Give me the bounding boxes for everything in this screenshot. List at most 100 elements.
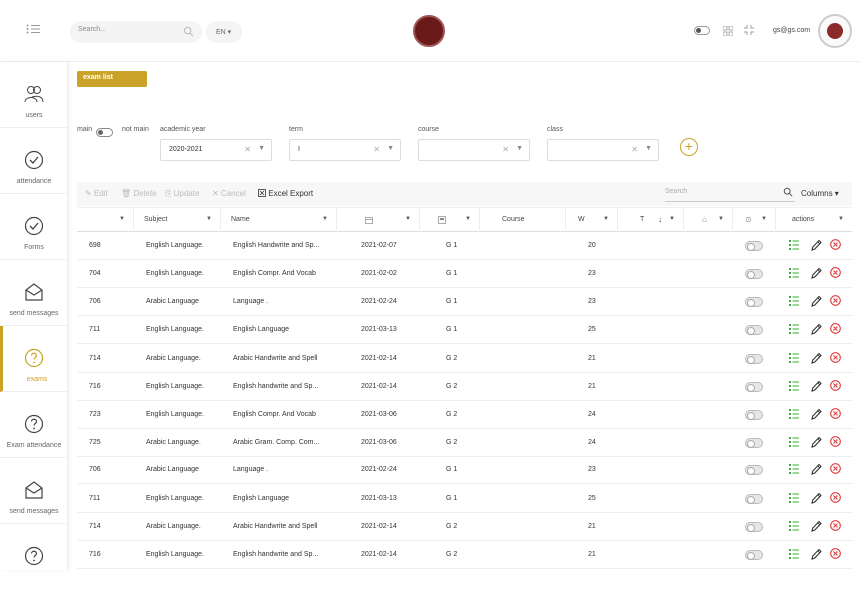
columns-button[interactable]: Columns ▾ <box>801 189 839 198</box>
chevron-down-icon[interactable]: ▼ <box>761 216 767 222</box>
table-row[interactable]: 706 Arabic Language Language . 2021-02-24 G … <box>77 456 852 484</box>
table-row[interactable]: 723 English Language. English Compr. And V… <box>77 401 852 429</box>
sidebar-item-more[interactable] <box>0 524 68 590</box>
pencil-icon[interactable] <box>811 380 822 392</box>
cancel-button[interactable]: ✕ Cancel <box>212 189 246 198</box>
status-toggle[interactable] <box>745 550 763 560</box>
class-select[interactable]: ✕ ▼ <box>547 139 659 161</box>
add-exam-button[interactable]: + <box>680 138 698 156</box>
table-row[interactable]: 711 English Language. English Language 2021… <box>77 485 852 513</box>
status-toggle[interactable] <box>745 325 763 335</box>
column-header-grade[interactable]: ▼ <box>420 208 480 232</box>
chevron-down-icon[interactable]: ▼ <box>516 145 523 152</box>
clear-icon[interactable]: ✕ <box>373 145 380 154</box>
list-icon[interactable] <box>789 520 799 532</box>
chevron-down-icon[interactable]: ▼ <box>465 216 471 222</box>
delete-circle-icon[interactable] <box>830 380 841 391</box>
table-row[interactable]: 714 Arabic Language. Arabic Handwrite and … <box>77 345 852 373</box>
column-header-date[interactable]: ▼ <box>337 208 420 232</box>
chevron-down-icon[interactable]: ▼ <box>387 145 394 152</box>
table-row[interactable]: 704 English Language. English Compr. And V… <box>77 260 852 288</box>
list-icon[interactable] <box>789 548 799 560</box>
delete-circle-icon[interactable] <box>830 323 841 334</box>
chevron-down-icon[interactable]: ▼ <box>258 145 265 152</box>
user-avatar[interactable] <box>818 14 852 48</box>
table-row[interactable]: 716 English Language. English handwrite an… <box>77 541 852 569</box>
list-icon[interactable] <box>789 408 799 420</box>
excel-export-button[interactable]: Excel Export <box>258 189 313 198</box>
sidebar-item-forms[interactable]: Forms <box>0 194 68 260</box>
chevron-down-icon[interactable]: ▼ <box>405 216 411 222</box>
pencil-icon[interactable] <box>811 267 822 279</box>
status-toggle[interactable] <box>745 494 763 504</box>
column-header-id[interactable]: ▼ <box>77 208 134 232</box>
clear-icon[interactable]: ✕ <box>244 145 251 154</box>
chevron-down-icon[interactable]: ▼ <box>119 216 125 222</box>
pencil-icon[interactable] <box>811 463 822 475</box>
pencil-icon[interactable] <box>811 352 822 364</box>
status-toggle[interactable] <box>745 354 763 364</box>
menu-toggle-icon[interactable] <box>26 24 42 38</box>
search-icon[interactable] <box>183 26 194 37</box>
delete-button[interactable]: 🗑 Delete <box>121 189 157 198</box>
delete-circle-icon[interactable] <box>830 436 841 447</box>
chevron-down-icon[interactable]: ▼ <box>645 145 652 152</box>
pencil-icon[interactable] <box>811 239 822 251</box>
grid-search-input[interactable]: Search <box>665 185 795 202</box>
chevron-down-icon[interactable]: ▼ <box>838 216 844 222</box>
column-header-course[interactable]: Course <box>480 208 566 232</box>
status-toggle[interactable] <box>745 438 763 448</box>
column-header-status[interactable]: ⊙ ▼ <box>733 208 776 232</box>
fullscreen-icon[interactable] <box>744 25 754 38</box>
table-row[interactable]: 706 Arabic Language Language . 2021-02-24 G … <box>77 288 852 316</box>
delete-circle-icon[interactable] <box>830 408 841 419</box>
table-row[interactable]: 714 Arabic Language. Arabic Handwrite and … <box>77 513 852 541</box>
delete-circle-icon[interactable] <box>830 463 841 474</box>
status-toggle[interactable] <box>745 522 763 532</box>
status-toggle[interactable] <box>745 382 763 392</box>
pencil-icon[interactable] <box>811 323 822 335</box>
pencil-icon[interactable] <box>811 548 822 560</box>
sidebar-item-users[interactable]: users <box>0 62 68 128</box>
list-icon[interactable] <box>789 492 799 504</box>
user-email[interactable]: gs@gs.com <box>773 27 810 34</box>
search-icon[interactable] <box>783 187 793 197</box>
chevron-down-icon[interactable]: ▼ <box>322 216 328 222</box>
clear-icon[interactable]: ✕ <box>631 145 638 154</box>
table-row[interactable]: 698 English Language. English Handwrite an… <box>77 232 852 260</box>
language-select[interactable]: EN ▾ <box>206 21 242 43</box>
clear-icon[interactable]: ✕ <box>502 145 509 154</box>
academic-year-select[interactable]: 2020-2021 ✕ ▼ <box>160 139 272 161</box>
list-icon[interactable] <box>789 463 799 475</box>
apps-grid-icon[interactable] <box>722 25 734 39</box>
status-toggle[interactable] <box>745 410 763 420</box>
delete-circle-icon[interactable] <box>830 267 841 278</box>
status-toggle[interactable] <box>745 269 763 279</box>
delete-circle-icon[interactable] <box>830 352 841 363</box>
column-header-attachment[interactable]: ⌂ ▼ <box>684 208 733 232</box>
sidebar-item-attendance[interactable]: attendance <box>0 128 68 194</box>
pencil-icon[interactable] <box>811 295 822 307</box>
table-row[interactable]: 711 English Language. English Language 2021… <box>77 316 852 344</box>
sidebar-item-send-messages-2[interactable]: send messages <box>0 458 68 524</box>
chevron-down-icon[interactable]: ▼ <box>718 216 724 222</box>
course-select[interactable]: ✕ ▼ <box>418 139 530 161</box>
theme-toggle[interactable] <box>694 26 710 35</box>
pencil-icon[interactable] <box>811 436 822 448</box>
edit-button[interactable]: ✎ Edit <box>85 189 108 198</box>
list-icon[interactable] <box>789 352 799 364</box>
status-toggle[interactable] <box>745 297 763 307</box>
table-row[interactable]: 716 English Language. English handwrite an… <box>77 373 852 401</box>
list-icon[interactable] <box>789 295 799 307</box>
update-button[interactable]: ⎘ Update <box>165 189 199 199</box>
delete-circle-icon[interactable] <box>830 295 841 306</box>
column-header-name[interactable]: Name ▼ <box>221 208 337 232</box>
global-search[interactable]: Search... <box>70 21 202 43</box>
column-header-t[interactable]: T ↓ ▼ <box>618 208 684 232</box>
chevron-down-icon[interactable]: ▼ <box>669 216 675 222</box>
delete-circle-icon[interactable] <box>830 492 841 503</box>
column-header-w[interactable]: W ▼ <box>566 208 618 232</box>
pencil-icon[interactable] <box>811 492 822 504</box>
chevron-down-icon[interactable]: ▼ <box>206 216 212 222</box>
term-select[interactable]: I ✕ ▼ <box>289 139 401 161</box>
